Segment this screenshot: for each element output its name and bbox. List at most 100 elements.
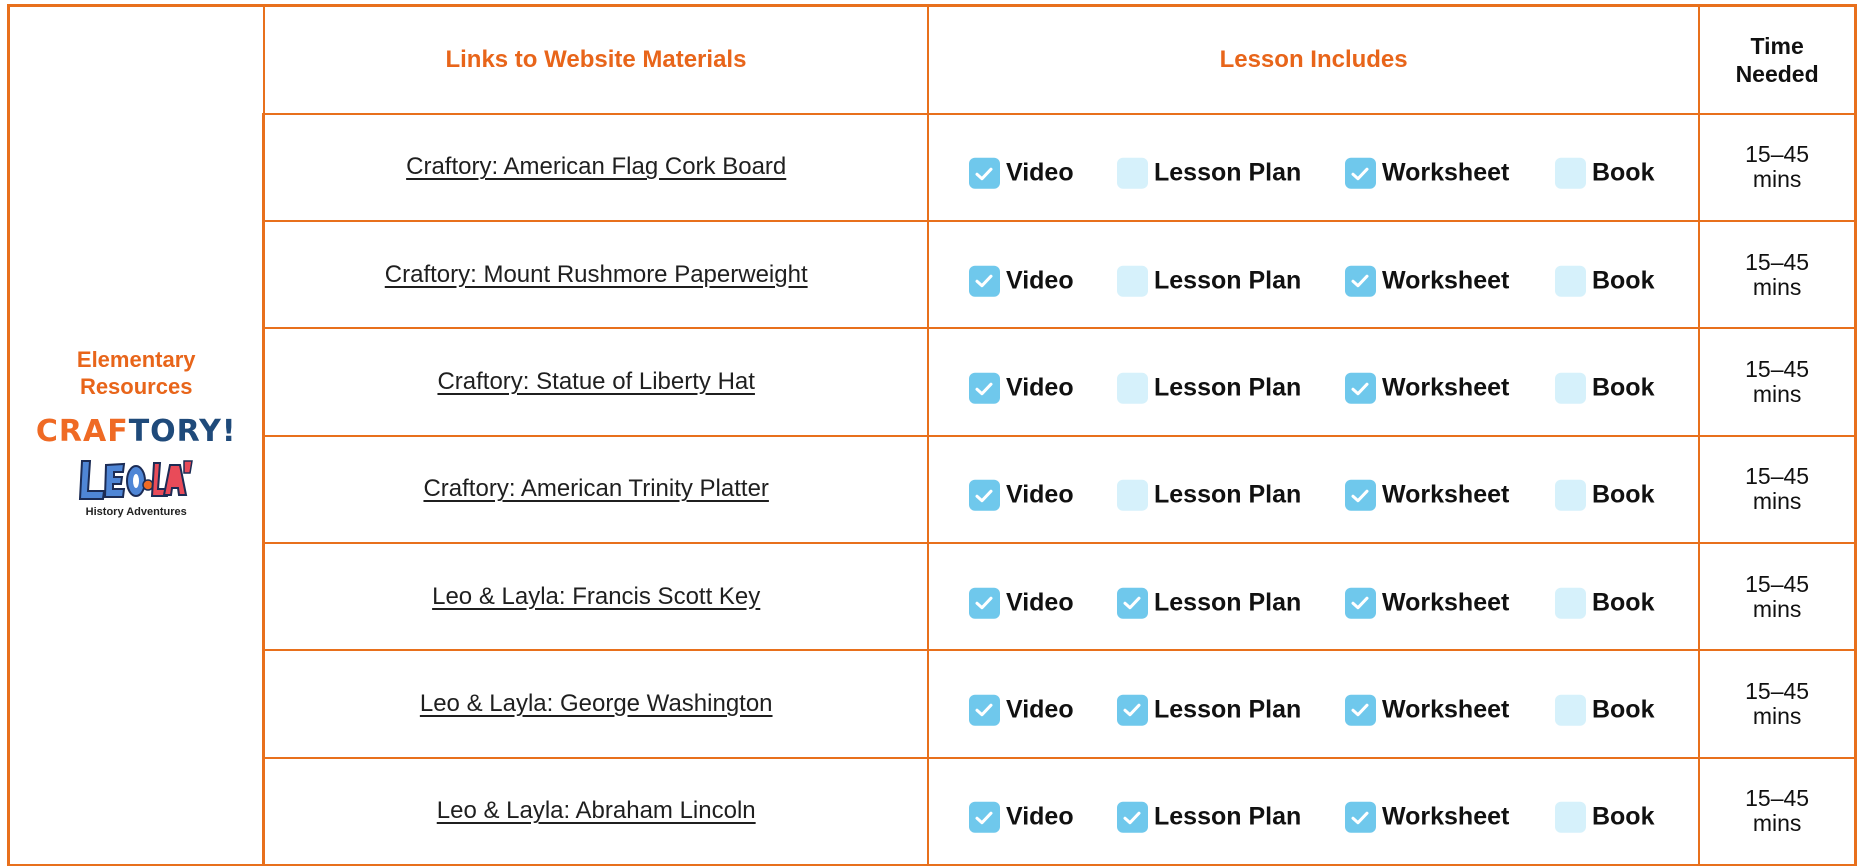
video-option: Video (968, 480, 1074, 512)
video-checkbox[interactable] (968, 372, 1000, 404)
book-checkbox[interactable] (1554, 480, 1586, 512)
time-needed-line1: 15–45 (1745, 248, 1810, 275)
lesson-plan-checkbox[interactable] (1116, 480, 1148, 512)
video-label: Video (1005, 373, 1074, 402)
check-icon (1351, 704, 1369, 717)
video-option: Video (968, 372, 1074, 404)
book-label: Book (1591, 159, 1655, 188)
check-icon (1351, 489, 1369, 503)
material-link[interactable]: Craftory: American Trinity Platter (423, 475, 768, 502)
worksheet-checkbox[interactable] (1344, 587, 1376, 619)
video-checkbox[interactable] (968, 480, 1000, 512)
video-checkbox[interactable] (968, 265, 1000, 297)
check-icon (975, 489, 993, 503)
worksheet-checkbox[interactable] (1344, 480, 1376, 512)
video-label: Video (1005, 802, 1074, 831)
book-option: Book (1554, 480, 1654, 512)
worksheet-option: Worksheet (1344, 587, 1510, 619)
worksheet-label: Worksheet (1381, 802, 1510, 831)
time-needed-line1: 15–45 (1745, 463, 1810, 490)
video-label: Video (1005, 266, 1074, 295)
check-icon (975, 382, 993, 395)
craftory-logo: CRAFTORY! (10, 416, 262, 446)
material-link[interactable]: Leo & Layla: George Washington (420, 690, 773, 717)
time-needed-line1: 15–45 (1745, 785, 1810, 812)
check-icon (1351, 596, 1369, 610)
worksheet-checkbox[interactable] (1344, 372, 1376, 404)
time-needed-cell: 15–45 mins (1698, 541, 1857, 652)
lesson-plan-checkbox[interactable] (1116, 158, 1148, 190)
lesson-plan-checkbox[interactable] (1116, 694, 1148, 726)
table-row: Leo & Layla: George Washington Video Les… (9, 649, 1857, 759)
worksheet-label: Worksheet (1381, 588, 1510, 617)
lesson-plan-option: Lesson Plan (1116, 265, 1301, 297)
material-link-cell: Leo & Layla: Abraham Lincoln (262, 756, 929, 866)
time-needed-line2: mins (1752, 702, 1802, 729)
lesson-plan-checkbox[interactable] (1116, 265, 1148, 297)
video-checkbox[interactable] (968, 694, 1000, 726)
worksheet-label: Worksheet (1381, 159, 1510, 188)
book-checkbox[interactable] (1554, 158, 1586, 190)
material-link[interactable]: Leo & Layla: Francis Scott Key (432, 583, 760, 610)
book-option: Book (1554, 694, 1654, 726)
video-checkbox[interactable] (968, 801, 1000, 833)
resources-title-line1: Elementary (76, 346, 196, 372)
video-option: Video (968, 801, 1074, 833)
video-label: Video (1005, 695, 1074, 724)
lesson-plan-checkbox[interactable] (1116, 801, 1148, 833)
material-link[interactable]: Craftory: Statue of Liberty Hat (437, 368, 754, 395)
lesson-includes-cell: Video Lesson Plan Worksheet Book (926, 434, 1701, 545)
lesson-plan-label: Lesson Plan (1153, 159, 1302, 188)
book-option: Book (1554, 265, 1655, 297)
worksheet-checkbox[interactable] (1344, 801, 1376, 833)
book-checkbox[interactable] (1554, 801, 1586, 833)
material-link[interactable]: Leo & Layla: Abraham Lincoln (437, 797, 756, 824)
lesson-plan-checkbox[interactable] (1116, 372, 1148, 404)
lesson-plan-checkbox[interactable] (1116, 587, 1148, 619)
worksheet-option: Worksheet (1344, 372, 1509, 404)
time-needed-line1: 15–45 (1745, 570, 1810, 597)
worksheet-checkbox[interactable] (1344, 265, 1376, 297)
lesson-plan-option: Lesson Plan (1116, 372, 1301, 404)
time-needed-cell: 15–45 mins (1698, 649, 1857, 759)
book-checkbox[interactable] (1554, 587, 1586, 619)
worksheet-label: Worksheet (1381, 695, 1510, 724)
book-option: Book (1554, 372, 1654, 404)
material-link[interactable]: Craftory: Mount Rushmore Paperweight (385, 261, 808, 288)
worksheet-option: Worksheet (1344, 158, 1510, 190)
worksheet-checkbox[interactable] (1344, 694, 1376, 726)
lesson-plan-option: Lesson Plan (1116, 480, 1301, 512)
material-link[interactable]: Craftory: American Flag Cork Board (406, 153, 786, 180)
time-needed-cell: 15–45 mins (1698, 434, 1857, 545)
lesson-includes-cell: Video Lesson Plan Worksheet Book (926, 112, 1701, 223)
lesson-plan-option: Lesson Plan (1116, 587, 1301, 619)
lesson-plan-label: Lesson Plan (1153, 695, 1302, 724)
video-label: Video (1005, 481, 1074, 510)
book-checkbox[interactable] (1554, 372, 1586, 404)
worksheet-option: Worksheet (1344, 265, 1509, 297)
lesson-plan-option: Lesson Plan (1116, 158, 1302, 190)
book-checkbox[interactable] (1554, 694, 1586, 726)
lesson-includes-cell: Video Lesson Plan Worksheet Book (926, 327, 1701, 437)
check-icon (1351, 811, 1369, 824)
video-option: Video (968, 587, 1074, 619)
video-label: Video (1005, 588, 1074, 617)
video-checkbox[interactable] (968, 158, 1000, 190)
leo-layla-logo-art (79, 459, 194, 500)
lesson-includes-cell: Video Lesson Plan Worksheet Book (926, 220, 1701, 330)
video-option: Video (968, 694, 1074, 726)
table-row: Leo & Layla: Francis Scott Key Video Les… (9, 541, 1857, 652)
book-checkbox[interactable] (1554, 265, 1586, 297)
book-option: Book (1554, 801, 1654, 833)
check-icon (1123, 704, 1141, 717)
book-label: Book (1591, 266, 1655, 295)
time-needed-line2: mins (1752, 595, 1802, 622)
table-row: Craftory: American Flag Cork Board Video… (9, 112, 1857, 223)
links-column-header: Links to Website Materials (262, 3, 929, 115)
video-checkbox[interactable] (968, 587, 1000, 619)
time-needed-line1: 15–45 (1745, 356, 1810, 383)
check-icon (1123, 811, 1141, 824)
worksheet-checkbox[interactable] (1344, 158, 1376, 190)
video-option: Video (968, 158, 1074, 190)
video-option: Video (968, 265, 1074, 297)
